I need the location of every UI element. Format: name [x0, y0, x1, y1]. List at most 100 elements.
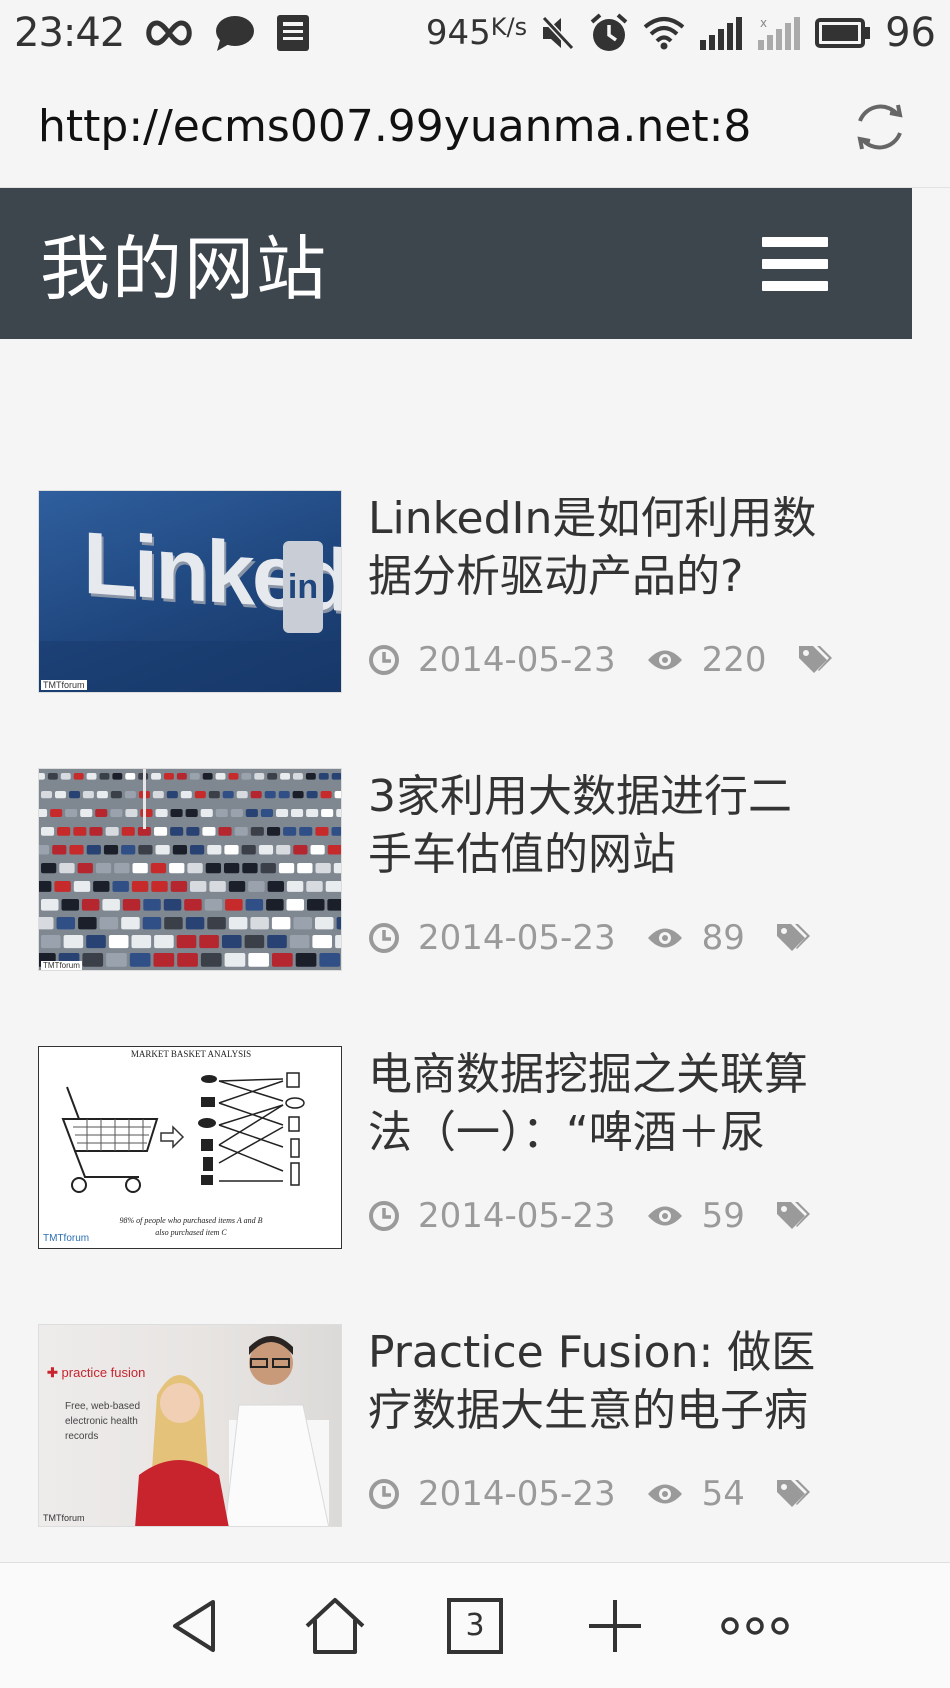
article-title[interactable]: Practice Fusion: 做医疗数据大生意的电子病: [368, 1324, 818, 1440]
car-shape: [234, 827, 248, 836]
car-shape: [267, 827, 281, 836]
more-icon[interactable]: [718, 1589, 792, 1663]
car-shape: [207, 845, 222, 855]
car-shape: [315, 827, 329, 836]
article-item[interactable]: Linked in TMTforum LinkedIn是如何利用数据分析驱动产品…: [38, 490, 898, 695]
car-shape: [95, 863, 112, 874]
status-time: 23:42: [14, 10, 125, 56]
thumb-logo-badge: in: [283, 541, 323, 633]
chat-icon: [214, 14, 256, 52]
tag-icon[interactable]: [775, 922, 811, 954]
car-shape: [333, 863, 341, 874]
tabs-icon[interactable]: 3: [438, 1589, 512, 1663]
tag-icon[interactable]: [797, 644, 833, 676]
car-shape: [293, 845, 308, 855]
article-item[interactable]: ✚ practice fusion Free, web-based electro…: [38, 1324, 898, 1529]
article-item[interactable]: MARKET BASKET ANALYSIS 98% of people who…: [38, 1046, 898, 1251]
car-shape: [267, 881, 284, 892]
hamburger-menu-icon[interactable]: [762, 236, 828, 291]
car-shape: [77, 863, 93, 874]
url-text[interactable]: http://ecms007.99yuanma.net:8 ..: [38, 101, 758, 152]
add-icon[interactable]: [578, 1589, 652, 1663]
car-shape: [331, 827, 341, 836]
car-shape: [310, 845, 325, 855]
article-title[interactable]: LinkedIn是如何利用数据分析驱动产品的?: [368, 490, 818, 606]
car-shape: [185, 917, 205, 930]
car-shape: [39, 917, 54, 930]
car-shape: [321, 809, 334, 817]
car-shape: [289, 935, 310, 949]
car-shape: [65, 809, 78, 817]
car-shape: [245, 809, 258, 817]
tag-icon[interactable]: [775, 1200, 811, 1232]
car-shape: [305, 773, 316, 780]
tag-icon[interactable]: [775, 1478, 811, 1510]
article-thumbnail[interactable]: ✚ practice fusion Free, web-based electro…: [38, 1324, 342, 1527]
car-shape: [73, 773, 84, 780]
car-shape: [222, 791, 234, 799]
article-thumbnail[interactable]: Linked in TMTforum: [38, 490, 342, 693]
car-shape: [320, 791, 332, 799]
battery-level: 96: [885, 10, 936, 56]
back-icon[interactable]: [158, 1589, 232, 1663]
car-shape: [54, 881, 71, 892]
car-shape: [208, 791, 220, 799]
news-icon: [276, 14, 310, 52]
car-shape: [89, 827, 103, 836]
car-shape: [271, 917, 291, 930]
car-shape: [60, 773, 71, 780]
battery-icon: [815, 18, 871, 48]
car-shape: [272, 953, 293, 967]
car-shape: [236, 791, 248, 799]
car-shape: [248, 881, 265, 892]
car-shape: [110, 809, 123, 817]
car-shape: [276, 809, 289, 817]
car-shape: [41, 935, 61, 949]
infinity-icon: [144, 18, 194, 48]
article-item[interactable]: TMTforum 3家利用大数据进行二手车估值的网站 2014-05-23 89: [38, 768, 898, 973]
car-shape: [95, 809, 108, 817]
car-shape: [209, 881, 226, 892]
address-bar[interactable]: http://ecms007.99yuanma.net:8 ..: [0, 66, 950, 188]
article-date: 2014-05-23: [418, 1196, 616, 1236]
signal-off-icon: x: [757, 16, 801, 50]
home-icon[interactable]: [298, 1589, 372, 1663]
car-shape: [186, 827, 200, 836]
car-shape: [81, 899, 100, 911]
car-shape: [283, 827, 297, 836]
network-speed: 945K/s: [425, 13, 528, 53]
car-shape: [230, 809, 243, 817]
article-thumbnail[interactable]: TMTforum: [38, 768, 342, 971]
car-shape: [297, 863, 313, 874]
article-thumbnail[interactable]: MARKET BASKET ANALYSIS 98% of people who…: [38, 1046, 342, 1249]
car-shape: [78, 917, 97, 930]
car-shape: [286, 899, 304, 911]
car-shape: [169, 863, 185, 874]
watermark: TMTforum: [43, 1513, 85, 1523]
car-shape: [336, 917, 341, 930]
car-shape: [176, 773, 187, 780]
site-title[interactable]: 我的网站: [40, 213, 328, 314]
car-shape: [267, 935, 287, 949]
article-views: 220: [701, 640, 767, 680]
article-meta: 2014-05-23 59: [368, 1196, 829, 1236]
car-shape: [108, 935, 129, 949]
car-shape: [170, 827, 184, 836]
car-shape: [260, 863, 276, 874]
car-shape: [150, 863, 167, 874]
article-title[interactable]: 3家利用大数据进行二手车估值的网站: [368, 768, 818, 884]
car-shape: [295, 953, 317, 967]
car-shape: [121, 827, 135, 836]
car-shape: [205, 863, 221, 874]
car-shape: [151, 881, 168, 892]
car-shape: [121, 917, 140, 930]
car-shape: [306, 881, 323, 892]
reload-icon[interactable]: [848, 95, 912, 159]
car-shape: [99, 773, 110, 780]
car-shape: [190, 881, 207, 892]
car-shape: [73, 827, 87, 836]
car-shape: [57, 827, 71, 836]
article-date: 2014-05-23: [418, 918, 616, 958]
article-title[interactable]: 电商数据挖掘之关联算法（一）：“啤酒＋尿: [368, 1046, 818, 1162]
car-shape: [131, 935, 152, 949]
